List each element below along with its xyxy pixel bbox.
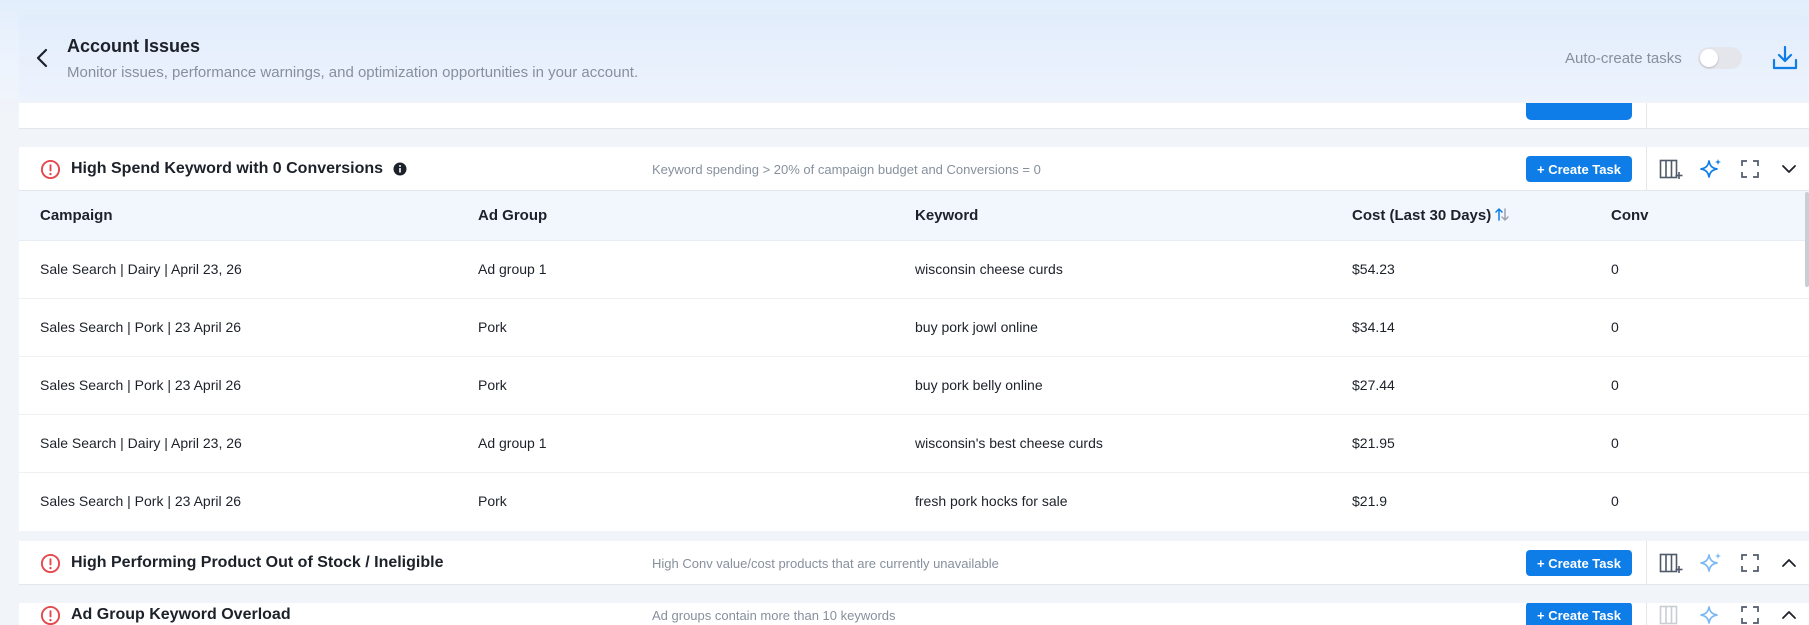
columns-add-icon (1659, 159, 1683, 179)
divider (1646, 147, 1647, 191)
cell-keyword: fresh pork hocks for sale (915, 493, 1068, 509)
info-icon[interactable] (393, 162, 407, 176)
cell-keyword: buy pork jowl online (915, 319, 1038, 335)
ai-insights-button[interactable] (1699, 551, 1723, 575)
ai-insights-button[interactable] (1699, 603, 1723, 625)
cell-keyword: buy pork belly online (915, 377, 1043, 393)
create-task-button-partial[interactable] (1526, 103, 1632, 120)
panel-header[interactable]: Ad Group Keyword Overload Ad groups cont… (19, 603, 1809, 625)
expand-panel-button[interactable] (1777, 551, 1801, 575)
page-header: Account Issues Monitor issues, performan… (0, 0, 1809, 117)
download-icon (1772, 45, 1798, 70)
issue-panel-product-out-of-stock: High Performing Product Out of Stock / I… (19, 541, 1809, 585)
cell-campaign: Sale Search | Dairy | April 23, 26 (40, 435, 242, 451)
previous-panel-edge (19, 103, 1809, 129)
cell-ad-group: Pork (478, 493, 507, 509)
cell-keyword: wisconsin's best cheese curds (915, 435, 1103, 451)
add-column-button[interactable] (1659, 551, 1683, 575)
sparkle-icon (1700, 606, 1718, 624)
expand-icon (1741, 554, 1759, 572)
page-subtitle: Monitor issues, performance warnings, an… (67, 64, 639, 81)
create-task-button[interactable]: + Create Task (1526, 550, 1632, 576)
cell-conv: 0 (1611, 319, 1619, 335)
cell-keyword: wisconsin cheese curds (915, 261, 1063, 277)
sort-icon[interactable] (1495, 207, 1509, 222)
header-card (19, 15, 1809, 101)
auto-create-label: Auto-create tasks (1565, 50, 1682, 67)
add-column-button[interactable] (1659, 157, 1683, 181)
alert-circle-icon (40, 553, 61, 574)
panel-title: High Spend Keyword with 0 Conversions (71, 160, 384, 177)
expand-panel-button[interactable] (1777, 603, 1801, 625)
panel-description: High Conv value/cost products that are c… (652, 556, 999, 571)
cell-campaign: Sales Search | Pork | 23 April 26 (40, 319, 242, 335)
toggle-knob (1700, 49, 1718, 67)
cell-conv: 0 (1611, 377, 1619, 393)
table-row[interactable]: Sale Search | Dairy | April 23, 26 Ad gr… (19, 241, 1809, 299)
alert-circle-icon (40, 159, 61, 180)
panel-header[interactable]: High Performing Product Out of Stock / I… (19, 541, 1809, 585)
cell-cost: $21.95 (1352, 435, 1395, 451)
create-task-button[interactable]: + Create Task (1526, 603, 1632, 625)
divider (1646, 541, 1647, 585)
collapse-button[interactable] (1777, 157, 1801, 181)
column-header-keyword[interactable]: Keyword (915, 207, 978, 224)
panel-header[interactable]: High Spend Keyword with 0 Conversions Ke… (19, 147, 1809, 191)
panel-description: Keyword spending > 20% of campaign budge… (652, 162, 1041, 177)
sparkle-icon (1700, 159, 1721, 178)
cell-cost: $27.44 (1352, 377, 1395, 393)
fullscreen-button[interactable] (1738, 551, 1762, 575)
issue-panel-high-spend-keyword: High Spend Keyword with 0 Conversions Ke… (19, 147, 1809, 531)
expand-icon (1741, 606, 1759, 624)
cell-ad-group: Pork (478, 319, 507, 335)
sparkle-icon (1700, 553, 1721, 572)
table-header: Campaign Ad Group Keyword Cost (Last 30 … (19, 191, 1809, 241)
column-header-ad-group[interactable]: Ad Group (478, 207, 547, 224)
issue-panel-keyword-overload: Ad Group Keyword Overload Ad groups cont… (19, 603, 1809, 625)
cell-ad-group: Ad group 1 (478, 435, 547, 451)
create-task-button[interactable]: + Create Task (1526, 156, 1632, 182)
column-header-cost-label: Cost (Last 30 Days) (1352, 207, 1492, 224)
page-title: Account Issues (67, 36, 201, 56)
cell-campaign: Sales Search | Pork | 23 April 26 (40, 493, 242, 509)
cell-campaign: Sale Search | Dairy | April 23, 26 (40, 261, 242, 277)
download-button[interactable] (1771, 44, 1799, 72)
table-scrollbar[interactable] (1805, 192, 1809, 287)
cell-cost: $21.9 (1352, 493, 1388, 509)
cell-campaign: Sales Search | Pork | 23 April 26 (40, 377, 242, 393)
chevron-left-icon (36, 48, 48, 68)
divider (1646, 603, 1647, 625)
cell-ad-group: Ad group 1 (478, 261, 547, 277)
alert-circle-icon (40, 605, 61, 625)
auto-create-toggle[interactable] (1698, 47, 1742, 69)
columns-add-icon (1659, 605, 1678, 625)
divider (1646, 103, 1647, 129)
cell-cost: $54.23 (1352, 261, 1395, 277)
panel-title: High Performing Product Out of Stock / I… (71, 554, 444, 571)
table-row[interactable]: Sales Search | Pork | 23 April 26 Pork f… (19, 473, 1809, 531)
ai-insights-button[interactable] (1699, 157, 1723, 181)
table-row[interactable]: Sale Search | Dairy | April 23, 26 Ad gr… (19, 415, 1809, 473)
expand-icon (1741, 160, 1759, 178)
column-header-cost[interactable]: Cost (Last 30 Days) (1352, 207, 1509, 224)
column-header-conv[interactable]: Conv (1611, 207, 1649, 224)
add-column-button[interactable] (1659, 603, 1683, 625)
cell-conv: 0 (1611, 261, 1619, 277)
cell-conv: 0 (1611, 493, 1619, 509)
back-button[interactable] (32, 46, 52, 70)
table-row[interactable]: Sales Search | Pork | 23 April 26 Pork b… (19, 357, 1809, 415)
columns-add-icon (1659, 553, 1683, 573)
cell-ad-group: Pork (478, 377, 507, 393)
fullscreen-button[interactable] (1738, 157, 1762, 181)
cell-conv: 0 (1611, 435, 1619, 451)
table-row[interactable]: Sales Search | Pork | 23 April 26 Pork b… (19, 299, 1809, 357)
chevron-up-icon (1782, 611, 1796, 619)
panel-title: Ad Group Keyword Overload (71, 606, 291, 623)
cell-cost: $34.14 (1352, 319, 1395, 335)
fullscreen-button[interactable] (1738, 603, 1762, 625)
panel-description: Ad groups contain more than 10 keywords (652, 608, 896, 623)
chevron-up-icon (1782, 559, 1796, 567)
chevron-down-icon (1782, 165, 1796, 173)
column-header-campaign[interactable]: Campaign (40, 207, 113, 224)
